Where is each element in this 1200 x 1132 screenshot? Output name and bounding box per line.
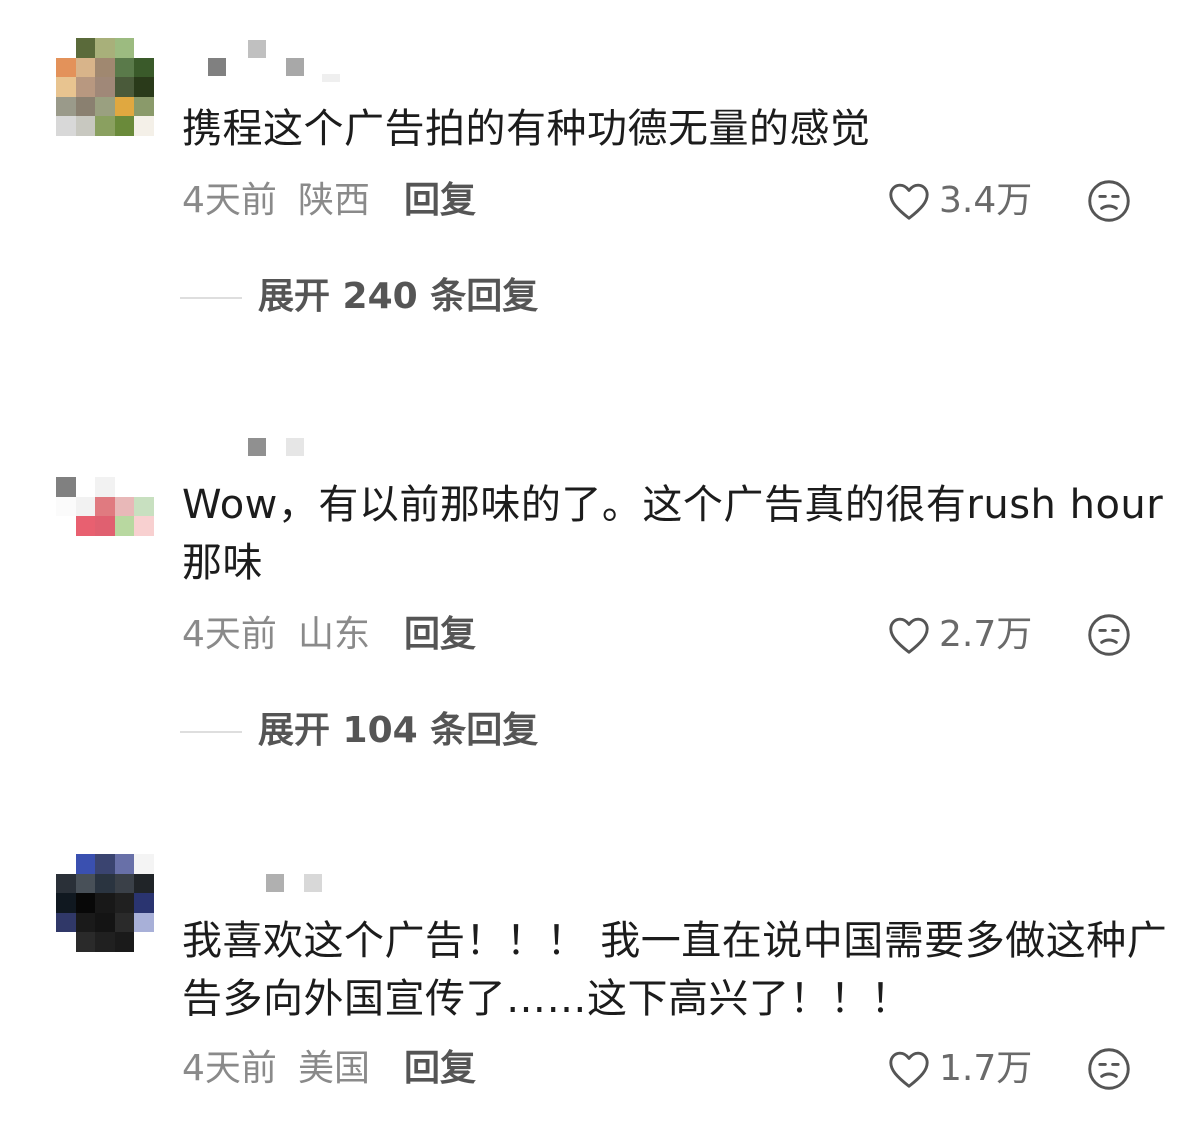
comment-text: Wow，有以前那味的了。这个广告真的很有rush hour那味: [182, 482, 1164, 586]
expand-replies-button[interactable]: 展开 104 条回复: [180, 706, 680, 756]
like-count: 3.4万: [939, 180, 1033, 221]
expand-replies-label: 展开 104 条回复: [258, 710, 539, 751]
expand-replies-label: 展开 240 条回复: [258, 276, 539, 317]
reply-button[interactable]: 回复: [404, 176, 476, 226]
reply-button[interactable]: 回复: [404, 1044, 476, 1094]
comment-time: 4天前: [182, 1048, 277, 1089]
avatar[interactable]: [56, 38, 154, 136]
expand-replies-button[interactable]: 展开 240 条回复: [180, 272, 680, 322]
comment-meta: 4天前 山东 回复 2.7万: [182, 610, 1162, 660]
reply-button[interactable]: 回复: [404, 610, 476, 660]
like-count: 2.7万: [939, 614, 1033, 655]
comment-meta: 4天前 陕西 回复 3.4万: [182, 176, 1162, 226]
comment-time: 4天前: [182, 180, 277, 221]
avatar[interactable]: [56, 438, 154, 536]
like-button[interactable]: 2.7万: [887, 610, 1032, 660]
comment-text: 我喜欢这个广告！！！ 我一直在说中国需要多做这种广告多向外国宣传了……这下高兴了…: [182, 918, 1168, 1022]
comment-location: 美国: [298, 1048, 371, 1089]
like-button[interactable]: 1.7万: [887, 1044, 1032, 1094]
avatar[interactable]: [56, 854, 154, 952]
like-count: 1.7万: [939, 1048, 1033, 1089]
heart-outline-icon: [889, 617, 929, 654]
comment-text: 携程这个广告拍的有种功德无量的感觉: [182, 106, 871, 152]
meh-face-icon[interactable]: [1087, 613, 1131, 657]
like-button[interactable]: 3.4万: [887, 176, 1032, 226]
meh-face-icon[interactable]: [1087, 179, 1131, 223]
heart-outline-icon: [889, 183, 929, 220]
comment-location: 山东: [298, 614, 371, 655]
username-redacted[interactable]: [208, 864, 348, 900]
username-redacted[interactable]: [208, 38, 348, 82]
comment-time: 4天前: [182, 614, 277, 655]
comment-meta: 4天前 美国 回复 1.7万: [182, 1044, 1162, 1094]
username-redacted[interactable]: [208, 430, 348, 466]
meh-face-icon[interactable]: [1087, 1047, 1131, 1091]
divider-line: [180, 297, 242, 299]
comment-location: 陕西: [298, 180, 371, 221]
heart-outline-icon: [889, 1051, 929, 1088]
divider-line: [180, 731, 242, 733]
